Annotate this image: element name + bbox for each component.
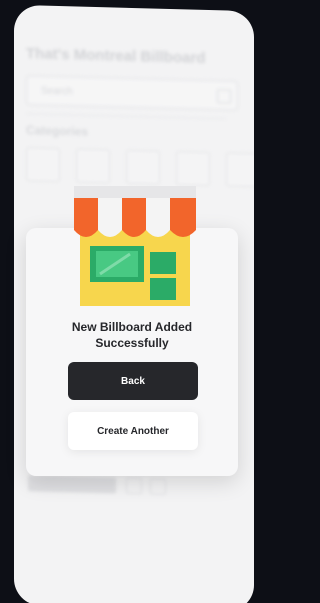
category-tile[interactable] [76, 148, 110, 184]
storefront-icon [74, 186, 196, 306]
background-bar [28, 475, 116, 494]
search-input[interactable]: Search [26, 75, 238, 111]
category-tile[interactable] [26, 147, 60, 183]
success-message: New Billboard Added Successfully [26, 319, 238, 351]
success-message-line2: Successfully [95, 336, 169, 350]
category-tile[interactable] [226, 152, 254, 188]
background-square [126, 477, 142, 495]
search-placeholder: Search [41, 85, 73, 98]
categories-heading: Categories [26, 123, 89, 139]
divider [26, 113, 226, 120]
page-title: That's Montreal Billboard [26, 45, 206, 67]
back-button[interactable]: Back [68, 362, 198, 400]
search-icon[interactable] [217, 89, 231, 104]
category-tile[interactable] [176, 151, 210, 186]
category-tile[interactable] [126, 149, 160, 185]
background-square [150, 478, 166, 495]
create-another-button[interactable]: Create Another [68, 412, 198, 450]
success-message-line1: New Billboard Added [71, 320, 193, 334]
